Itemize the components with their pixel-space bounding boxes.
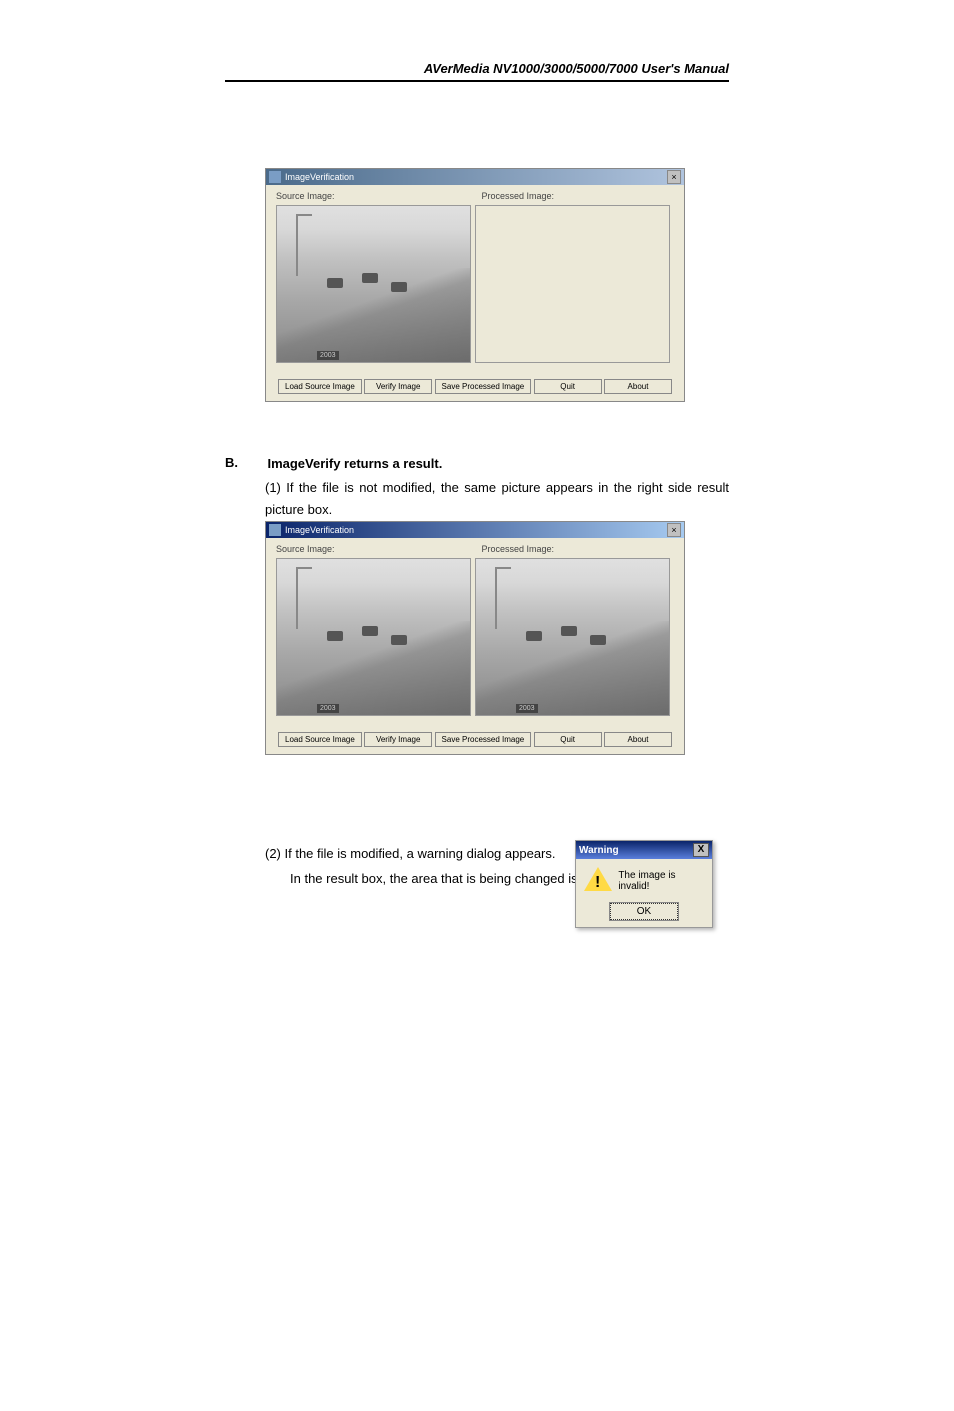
timestamp-overlay: 2003 xyxy=(516,704,538,713)
car xyxy=(391,282,407,292)
car xyxy=(590,635,606,645)
about-button[interactable]: About xyxy=(604,732,672,747)
window-content: Source Image: Processed Image: 2003 xyxy=(266,185,684,400)
car xyxy=(327,278,343,288)
section-b-text: (1) If the file is not modified, the sam… xyxy=(265,477,729,521)
app-icon xyxy=(269,524,281,536)
car xyxy=(327,631,343,641)
save-processed-button[interactable]: Save Processed Image xyxy=(435,732,532,747)
warning-icon: ! xyxy=(584,867,610,895)
car xyxy=(362,273,378,283)
processed-image-label: Processed Image: xyxy=(481,191,554,201)
about-button[interactable]: About xyxy=(604,379,672,394)
warning-title: Warning xyxy=(579,845,693,856)
processed-image-panel xyxy=(475,205,670,363)
verify-image-button[interactable]: Verify Image xyxy=(364,732,432,747)
car xyxy=(561,626,577,636)
button-row: Load Source Image Verify Image Save Proc… xyxy=(276,732,674,747)
warning-message: The image is invalid! xyxy=(618,870,704,892)
lamp-post xyxy=(296,567,298,629)
warning-body: ! The image is invalid! xyxy=(576,859,712,903)
vehicles xyxy=(316,268,432,315)
vehicles xyxy=(316,621,432,668)
timestamp-overlay: 2003 xyxy=(317,351,339,360)
window-title: ImageVerification xyxy=(285,525,667,535)
image-panels: 2003 xyxy=(276,205,674,363)
street-photo: 2003 xyxy=(277,559,470,715)
vehicles xyxy=(515,621,631,668)
verify-image-button[interactable]: Verify Image xyxy=(364,379,432,394)
close-icon[interactable]: × xyxy=(667,523,681,537)
lamp-post xyxy=(495,567,497,629)
image-verification-window-2: ImageVerification × Source Image: Proces… xyxy=(265,521,685,755)
close-icon[interactable]: X xyxy=(693,843,709,857)
quit-button[interactable]: Quit xyxy=(534,379,602,394)
processed-image-label: Processed Image: xyxy=(481,544,554,554)
header-title: AVerMedia NV1000/3000/5000/7000 User's M… xyxy=(424,61,729,76)
section-b: B. ImageVerify returns a result. (1) If … xyxy=(225,455,729,521)
titlebar: ImageVerification × xyxy=(266,169,684,185)
image-verification-window-1: ImageVerification × Source Image: Proces… xyxy=(265,168,685,402)
app-icon xyxy=(269,171,281,183)
warning-titlebar: Warning X xyxy=(576,841,712,859)
page-header: AVerMedia NV1000/3000/5000/7000 User's M… xyxy=(225,60,729,82)
exclamation-icon: ! xyxy=(595,874,600,892)
quit-button[interactable]: Quit xyxy=(534,732,602,747)
street-photo: 2003 xyxy=(476,559,669,715)
section-title: ImageVerify returns a result. xyxy=(267,456,442,471)
car xyxy=(526,631,542,641)
load-source-button[interactable]: Load Source Image xyxy=(278,732,362,747)
car xyxy=(391,635,407,645)
save-processed-button[interactable]: Save Processed Image xyxy=(435,379,532,394)
source-image-label: Source Image: xyxy=(276,544,335,554)
section-letter: B. xyxy=(225,455,263,470)
image-panels: 2003 2003 xyxy=(276,558,674,716)
load-source-button[interactable]: Load Source Image xyxy=(278,379,362,394)
close-icon[interactable]: × xyxy=(667,170,681,184)
source-image-panel: 2003 xyxy=(276,205,471,363)
street-photo: 2003 xyxy=(277,206,470,362)
timestamp-overlay: 2003 xyxy=(317,704,339,713)
warning-dialog: Warning X ! The image is invalid! OK xyxy=(575,840,713,928)
source-image-label: Source Image: xyxy=(276,191,335,201)
button-row: Load Source Image Verify Image Save Proc… xyxy=(276,379,674,394)
processed-image-panel: 2003 xyxy=(475,558,670,716)
window-content: Source Image: Processed Image: 2003 xyxy=(266,538,684,753)
titlebar: ImageVerification × xyxy=(266,522,684,538)
lamp-post xyxy=(296,214,298,276)
window-title: ImageVerification xyxy=(285,172,667,182)
source-image-panel: 2003 xyxy=(276,558,471,716)
panel-labels: Source Image: Processed Image: xyxy=(276,544,674,554)
ok-button[interactable]: OK xyxy=(610,903,678,920)
panel-labels: Source Image: Processed Image: xyxy=(276,191,674,201)
car xyxy=(362,626,378,636)
